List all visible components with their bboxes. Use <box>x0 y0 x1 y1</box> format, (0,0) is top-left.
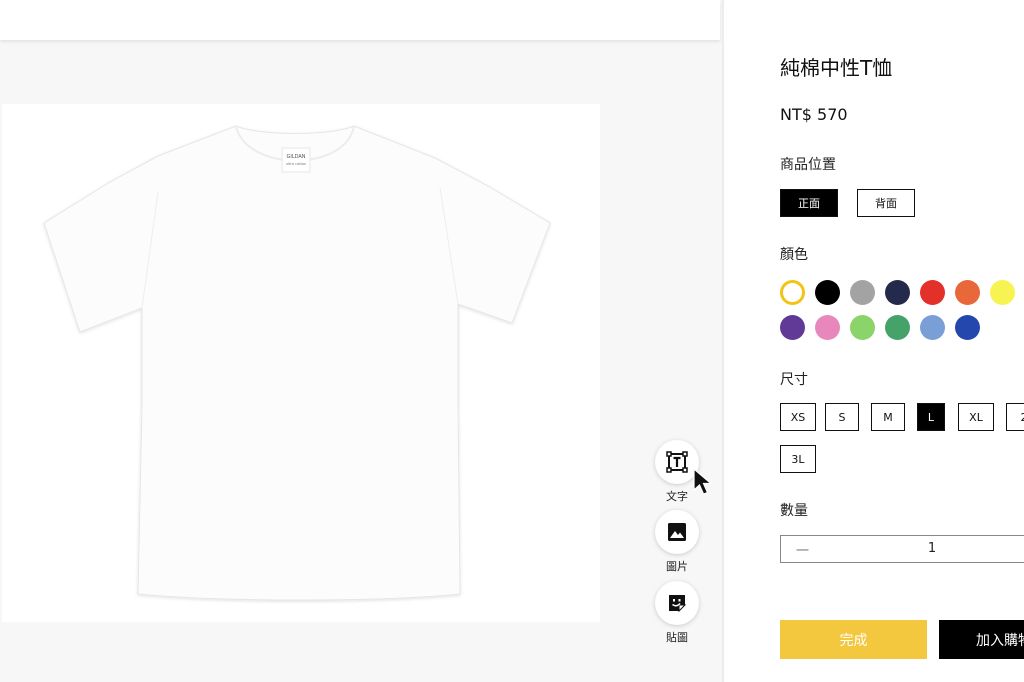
color-swatch-purple[interactable] <box>780 315 805 340</box>
tool-sticker-label: 貼圖 <box>666 631 688 644</box>
quantity-value: 1 <box>927 541 937 556</box>
quantity-stepper[interactable]: 一 1 <box>780 535 1024 563</box>
design-preview-area: GILDAN ultra cotton 文字 圖片 貼圖 <box>0 0 722 682</box>
size-option-l[interactable]: L <box>917 403 945 431</box>
tool-image-label: 圖片 <box>666 560 688 573</box>
position-back-button[interactable]: 背面 <box>857 189 915 217</box>
quantity-label: 數量 <box>780 503 808 519</box>
color-swatch-royal-blue[interactable] <box>955 315 980 340</box>
image-icon <box>668 523 686 541</box>
color-swatch-black[interactable] <box>815 280 840 305</box>
text-box-icon <box>666 451 688 473</box>
product-title: 純棉中性T恤 <box>780 56 893 80</box>
tool-image-button[interactable] <box>655 510 699 554</box>
mouse-pointer-icon <box>693 468 713 495</box>
color-swatch-yellow[interactable] <box>990 280 1015 305</box>
color-swatch-light-green[interactable] <box>850 315 875 340</box>
size-option-xs[interactable]: XS <box>780 403 816 431</box>
tshirt-tag-brand: GILDAN <box>286 154 305 160</box>
color-label: 顏色 <box>780 247 808 263</box>
tshirt-image: GILDAN ultra cotton <box>43 125 551 601</box>
color-swatch-white[interactable] <box>780 280 805 305</box>
color-swatch-navy[interactable] <box>885 280 910 305</box>
done-button[interactable]: 完成 <box>780 620 927 659</box>
color-swatch-pink[interactable] <box>815 315 840 340</box>
sticker-icon <box>669 595 687 613</box>
tool-sticker[interactable]: 貼圖 <box>650 581 704 645</box>
tool-image[interactable]: 圖片 <box>650 510 704 574</box>
tool-sticker-button[interactable] <box>655 581 699 625</box>
color-swatch-light-blue[interactable] <box>920 315 945 340</box>
size-option-s[interactable]: S <box>825 403 859 431</box>
size-label: 尺寸 <box>780 372 808 388</box>
color-swatch-red[interactable] <box>920 280 945 305</box>
color-swatch-orange[interactable] <box>955 280 980 305</box>
color-swatch-gray[interactable] <box>850 280 875 305</box>
product-price: NT$ 570 <box>780 105 848 124</box>
product-options-panel: 純棉中性T恤 NT$ 570 商品位置 正面 背面 顏色 尺寸 XS S M L… <box>724 0 1024 682</box>
size-option-2xl[interactable]: 2 <box>1006 403 1024 431</box>
position-front-button[interactable]: 正面 <box>780 189 838 217</box>
size-option-3l[interactable]: 3L <box>780 445 816 473</box>
size-option-m[interactable]: M <box>871 403 905 431</box>
tshirt-tag-sub: ultra cotton <box>286 162 306 166</box>
position-label: 商品位置 <box>780 157 836 173</box>
color-swatch-green[interactable] <box>885 315 910 340</box>
size-option-xl[interactable]: XL <box>958 403 994 431</box>
top-bar <box>0 0 720 40</box>
add-to-cart-button[interactable]: 加入購物車 <box>939 620 1024 659</box>
